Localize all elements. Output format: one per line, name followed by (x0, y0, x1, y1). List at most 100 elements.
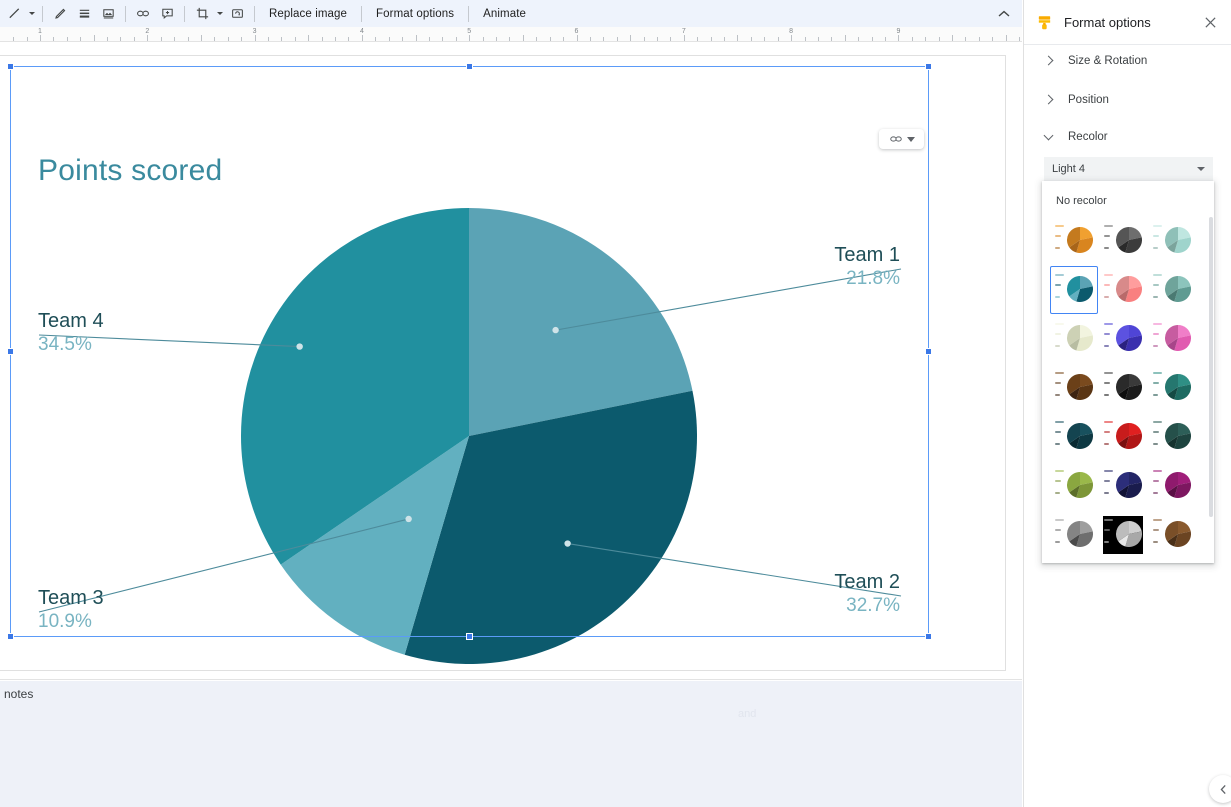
recolor-thumbnail-grid[interactable] (1050, 217, 1196, 559)
crop-caret-icon[interactable] (214, 3, 225, 25)
thumbnail-label-line (1153, 274, 1162, 276)
image-border-icon[interactable] (96, 3, 120, 25)
ruler-tick (133, 37, 135, 41)
recolor-dropdown[interactable]: No recolor (1042, 181, 1214, 563)
panel-collapse-button[interactable] (1209, 775, 1231, 803)
thumbnail-label-line (1153, 382, 1159, 384)
recolor-option-no-recolor[interactable]: No recolor (1042, 189, 1214, 213)
ruler-tick (938, 37, 940, 41)
recolor-thumbnail (1152, 516, 1192, 554)
recolor-option[interactable] (1099, 413, 1147, 461)
section-size-rotation[interactable]: Size & Rotation (1024, 44, 1231, 78)
pencil-icon[interactable] (48, 3, 72, 25)
add-comment-icon[interactable] (155, 3, 179, 25)
dropdown-scrollbar[interactable] (1209, 217, 1213, 517)
replace-image-button[interactable]: Replace image (260, 3, 356, 25)
recolor-thumbnail (1103, 418, 1143, 456)
thumbnail-label-line (1104, 541, 1109, 543)
line-weight-icon[interactable] (72, 3, 96, 25)
thumbnail-label-line (1153, 480, 1159, 482)
ruler-tick (724, 37, 726, 41)
pie-label-team-3: Team 3 10.9% (38, 587, 238, 634)
thumbnail-label-line (1055, 345, 1060, 347)
recolor-option[interactable] (1099, 266, 1147, 314)
ruler-tick (710, 37, 712, 41)
recolor-option[interactable] (1099, 364, 1147, 412)
thumbnail-pie-icon (1067, 276, 1093, 302)
recolor-thumbnail (1054, 271, 1094, 309)
recolor-option[interactable] (1050, 315, 1098, 363)
ruler-tick (308, 35, 310, 41)
thumbnail-pie-icon (1067, 472, 1093, 498)
recolor-option[interactable] (1148, 266, 1196, 314)
recolor-option[interactable] (1099, 511, 1147, 559)
panel-title: Format options (1064, 14, 1151, 30)
slide[interactable]: Points scored Team 1 21.8% Team 2 32.7% … (0, 55, 1006, 671)
thumbnail-pie-icon (1067, 227, 1093, 253)
animate-button[interactable]: Animate (474, 3, 535, 25)
mask-image-icon[interactable] (225, 3, 249, 25)
thumbnail-label-line (1104, 529, 1110, 531)
section-recolor[interactable]: Recolor (1024, 120, 1231, 154)
line-tool-caret-icon[interactable] (26, 3, 37, 25)
line-tool-icon[interactable] (2, 3, 26, 25)
insert-link-icon[interactable] (131, 3, 155, 25)
thumbnail-label-line (1104, 443, 1109, 445)
crop-image-icon[interactable] (190, 3, 214, 25)
thumbnail-pie-icon (1116, 472, 1142, 498)
close-icon[interactable] (1200, 12, 1220, 32)
ruler-tick (200, 35, 202, 41)
section-position[interactable]: Position (1024, 83, 1231, 117)
recolor-select[interactable]: Light 4 (1044, 157, 1213, 181)
recolor-option[interactable] (1050, 413, 1098, 461)
recolor-option[interactable] (1148, 364, 1196, 412)
recolor-thumbnail (1103, 222, 1143, 260)
thumbnail-pie-icon (1165, 472, 1191, 498)
recolor-option[interactable] (1148, 217, 1196, 265)
thumbnail-label-line (1104, 345, 1109, 347)
ruler-tick (66, 37, 68, 41)
recolor-thumbnail (1152, 369, 1192, 407)
format-options-button[interactable]: Format options (367, 3, 463, 25)
ruler-number: 5 (467, 28, 472, 35)
thumbnail-label-line (1153, 431, 1159, 433)
horizontal-ruler[interactable]: 1 2 3 4 5 6 7 8 9 (0, 27, 1022, 42)
chevron-right-icon (1044, 95, 1054, 105)
recolor-option[interactable] (1148, 462, 1196, 510)
ruler-number: 6 (574, 28, 579, 35)
speaker-notes-area[interactable] (0, 681, 1022, 807)
recolor-option[interactable] (1050, 511, 1098, 559)
toolbar-collapse-icon[interactable] (995, 6, 1013, 22)
thumbnail-label-line (1153, 247, 1158, 249)
thumbnail-label-line (1104, 296, 1109, 298)
recolor-option[interactable] (1050, 266, 1098, 314)
pie-label-value: 32.7% (846, 595, 900, 616)
ruler-tick (643, 37, 645, 41)
ruler-tick (375, 37, 377, 41)
ruler-tick (281, 37, 283, 41)
ruler-tick (898, 35, 900, 41)
ruler-tick (26, 37, 28, 41)
ruler-tick (978, 37, 980, 41)
thumbnail-label-line (1153, 529, 1159, 531)
recolor-option[interactable] (1099, 315, 1147, 363)
recolor-option[interactable] (1148, 315, 1196, 363)
thumbnail-label-line (1055, 470, 1064, 472)
recolor-option[interactable] (1148, 511, 1196, 559)
recolor-option[interactable] (1099, 462, 1147, 510)
recolor-option[interactable] (1148, 413, 1196, 461)
recolor-option[interactable] (1050, 364, 1098, 412)
ruler-tick (549, 37, 551, 41)
thumbnail-pie-icon (1165, 423, 1191, 449)
ruler-number: 7 (681, 28, 686, 35)
recolor-thumbnail (1103, 467, 1143, 505)
slide-canvas[interactable]: Points scored Team 1 21.8% Team 2 32.7% … (0, 42, 1022, 721)
recolor-option[interactable] (1099, 217, 1147, 265)
image-link-widget[interactable] (879, 129, 924, 149)
recolor-thumbnail (1152, 222, 1192, 260)
recolor-option[interactable] (1050, 217, 1098, 265)
thumbnail-label-line (1055, 382, 1061, 384)
thumbnail-label-line (1104, 480, 1110, 482)
thumbnail-label-line (1055, 235, 1061, 237)
recolor-option[interactable] (1050, 462, 1098, 510)
